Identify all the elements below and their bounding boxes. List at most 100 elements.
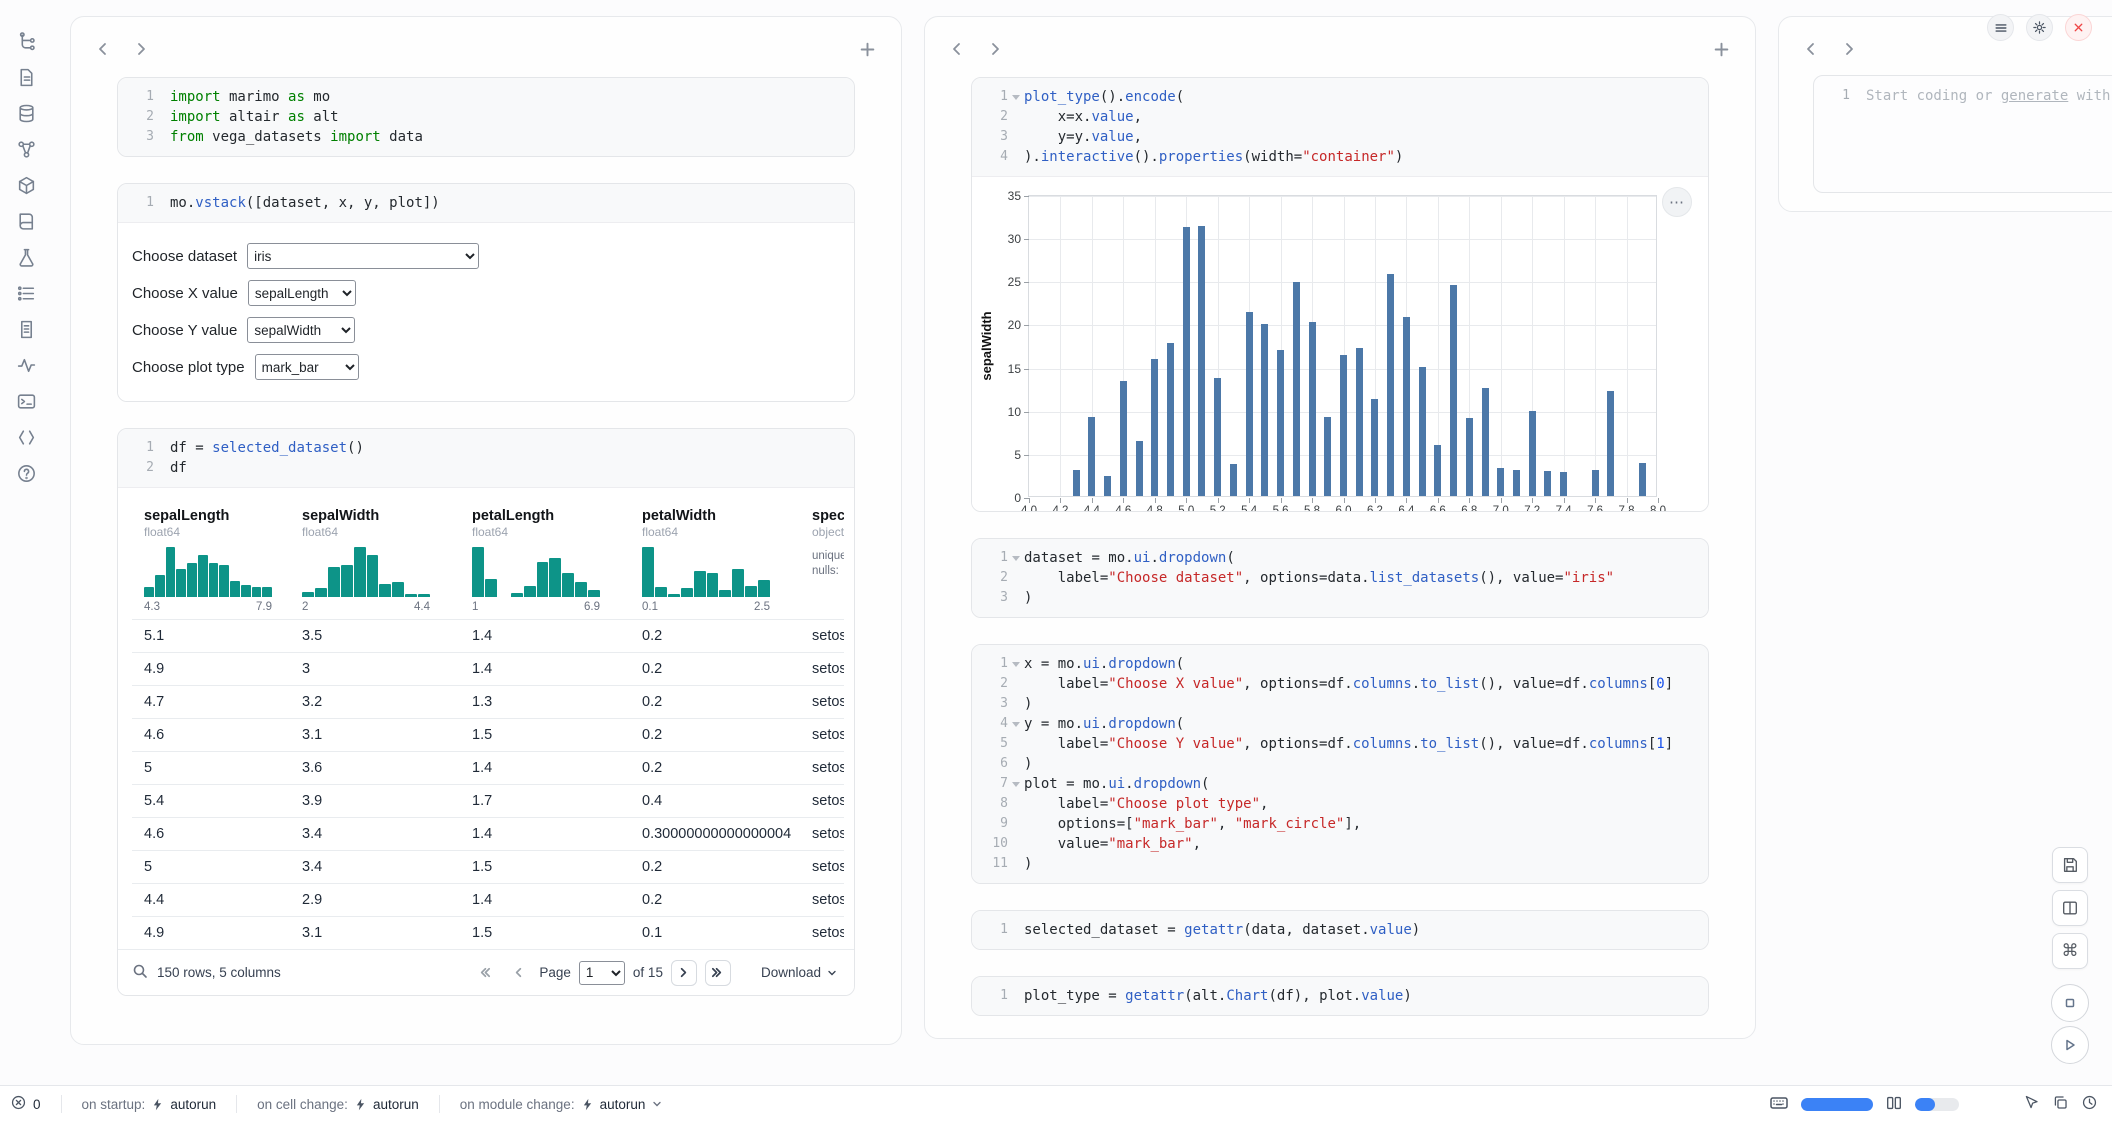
page-select[interactable]: 1 (579, 961, 625, 985)
table-row[interactable]: 4.931.40.2setosa (132, 653, 844, 686)
fold-chevron-icon[interactable] (1008, 662, 1024, 667)
chart-bar (1198, 226, 1205, 496)
column-move-left-button[interactable] (945, 37, 969, 61)
pointer-mode-icon[interactable] (2023, 1094, 2040, 1114)
terminal-icon[interactable] (13, 388, 39, 414)
generate-with-ai-link[interactable]: generate (2001, 88, 2068, 104)
table-row[interactable]: 4.42.91.40.2setosa (132, 884, 844, 917)
help-icon[interactable] (13, 460, 39, 486)
width-slider[interactable] (1801, 1098, 1873, 1111)
line-number: 3 (978, 127, 1008, 147)
fold-chevron-icon[interactable] (1008, 95, 1024, 100)
code-line: 2 label="Choose X value", options=df.col… (978, 674, 1698, 694)
file-text-icon[interactable] (13, 316, 39, 342)
column-move-right-button[interactable] (129, 37, 153, 61)
marimo-file-icon[interactable] (13, 64, 39, 90)
table-column-header[interactable]: petalLengthfloat6416.9 (460, 498, 630, 619)
copy-icon[interactable] (2052, 1094, 2069, 1114)
x-tick-label: 4.6 (1109, 505, 1137, 512)
on-module-change-config[interactable]: on module change: autorun (452, 1097, 672, 1112)
plot-type-select[interactable]: mark_bar (255, 354, 359, 380)
tracebacks-icon[interactable] (13, 352, 39, 378)
column-move-left-button[interactable] (1799, 37, 1823, 61)
outline-icon[interactable] (13, 280, 39, 306)
code-editor-df[interactable]: 1df = selected_dataset()2df (118, 429, 854, 487)
next-page-button[interactable] (671, 960, 697, 986)
packages-icon[interactable] (13, 172, 39, 198)
dependency-graph-icon[interactable] (13, 136, 39, 162)
code-editor-selected-dataset[interactable]: 1selected_dataset = getattr(data, datase… (972, 911, 1708, 949)
table-cell: setosa (800, 851, 844, 883)
line-number: 8 (978, 794, 1008, 814)
fold-chevron-icon[interactable] (1008, 556, 1024, 561)
table-cell: setosa (800, 917, 844, 949)
dataset-control-row: Choose dataset iris (132, 239, 840, 273)
table-row[interactable]: 53.41.50.2setosa (132, 851, 844, 884)
run-all-button[interactable] (2051, 1026, 2089, 1064)
file-explorer-icon[interactable] (13, 28, 39, 54)
y-value-select[interactable]: sepalWidth (247, 317, 355, 343)
database-icon[interactable] (13, 100, 39, 126)
stop-kernel-button[interactable] (2051, 984, 2089, 1022)
save-notebook-button[interactable] (2052, 847, 2088, 883)
add-column-button[interactable] (855, 37, 879, 61)
code-editor-vstack[interactable]: 1mo.vstack([dataset, x, y, plot]) (118, 184, 854, 222)
table-cell: 1.4 (460, 752, 630, 784)
chart-options-button[interactable]: ⋯ (1662, 187, 1692, 217)
column-move-left-button[interactable] (91, 37, 115, 61)
table-column-header[interactable]: speciesobjectuniquenulls: (800, 498, 844, 619)
code-editor-plot-type[interactable]: 1plot_type = getattr(alt.Chart(df), plot… (972, 977, 1708, 1015)
table-column-header[interactable]: sepalLengthfloat644.37.9 (132, 498, 290, 619)
on-startup-config[interactable]: on startup: autorun (74, 1097, 225, 1112)
menu-button[interactable] (1987, 14, 2014, 41)
code-editor-imports[interactable]: 1import marimo as mo2import altair as al… (118, 78, 854, 156)
empty-ai-cell[interactable]: 1 Start coding or generate with (1813, 75, 2112, 193)
table-row[interactable]: 4.63.11.50.2setosa (132, 719, 844, 752)
histogram-range: 16.9 (472, 601, 600, 613)
command-palette-button[interactable]: ⌘ (2052, 933, 2088, 969)
x-value-select[interactable]: sepalLength (248, 280, 356, 306)
table-row[interactable]: 4.63.41.40.30000000000000004setosa (132, 818, 844, 851)
add-column-button[interactable] (1709, 37, 1733, 61)
dataset-select[interactable]: iris (247, 243, 479, 269)
table-cell: 1.5 (460, 719, 630, 751)
scratchpad-icon[interactable] (13, 244, 39, 270)
last-page-button[interactable] (705, 960, 731, 986)
table-row[interactable]: 5.13.51.40.2setosa (132, 620, 844, 653)
errors-indicator[interactable]: 0 (10, 1094, 49, 1114)
history-icon[interactable] (2081, 1094, 2098, 1114)
code-editor-dropdowns[interactable]: 1x = mo.ui.dropdown(2 label="Choose X va… (972, 645, 1708, 883)
layout-toggle-button[interactable] (2052, 890, 2088, 926)
prev-page-button[interactable] (505, 960, 531, 986)
table-row[interactable]: 4.93.11.50.1setosa (132, 917, 844, 950)
code-line: 1selected_dataset = getattr(data, datase… (978, 920, 1698, 940)
chart-bar (1529, 411, 1536, 496)
table-column-header[interactable]: petalWidthfloat640.12.5 (630, 498, 800, 619)
keyboard-shortcuts-icon[interactable] (1769, 1093, 1789, 1116)
table-cell: 1.3 (460, 686, 630, 718)
line-number: 3 (978, 588, 1008, 608)
code-editor-dataset[interactable]: 1dataset = mo.ui.dropdown(2 label="Choos… (972, 539, 1708, 617)
fold-chevron-icon[interactable] (1008, 782, 1024, 787)
first-page-button[interactable] (471, 960, 497, 986)
split-view-icon[interactable] (1885, 1094, 1903, 1115)
table-column-header[interactable]: sepalWidthfloat6424.4 (290, 498, 460, 619)
download-button[interactable]: Download (761, 965, 838, 980)
settings-button[interactable] (2026, 14, 2053, 41)
zoom-slider[interactable] (1915, 1098, 1959, 1111)
column-move-right-button[interactable] (983, 37, 1007, 61)
column-move-right-button[interactable] (1837, 37, 1861, 61)
on-cell-change-config[interactable]: on cell change: autorun (249, 1097, 427, 1112)
snippets-icon[interactable] (13, 424, 39, 450)
fold-chevron-icon[interactable] (1008, 722, 1024, 727)
documentation-icon[interactable] (13, 208, 39, 234)
table-row[interactable]: 4.73.21.30.2setosa (132, 686, 844, 719)
table-row[interactable]: 53.61.40.2setosa (132, 752, 844, 785)
table-row[interactable]: 5.43.91.70.4setosa (132, 785, 844, 818)
x-tick-label: 5.8 (1298, 505, 1326, 512)
command-icon: ⌘ (2062, 941, 2079, 961)
column-histogram (144, 547, 272, 597)
close-panel-button[interactable] (2065, 14, 2092, 41)
code-editor-plot[interactable]: 1plot_type().encode(2 x=x.value,3 y=y.va… (972, 78, 1708, 176)
table-search-icon[interactable] (132, 963, 148, 982)
